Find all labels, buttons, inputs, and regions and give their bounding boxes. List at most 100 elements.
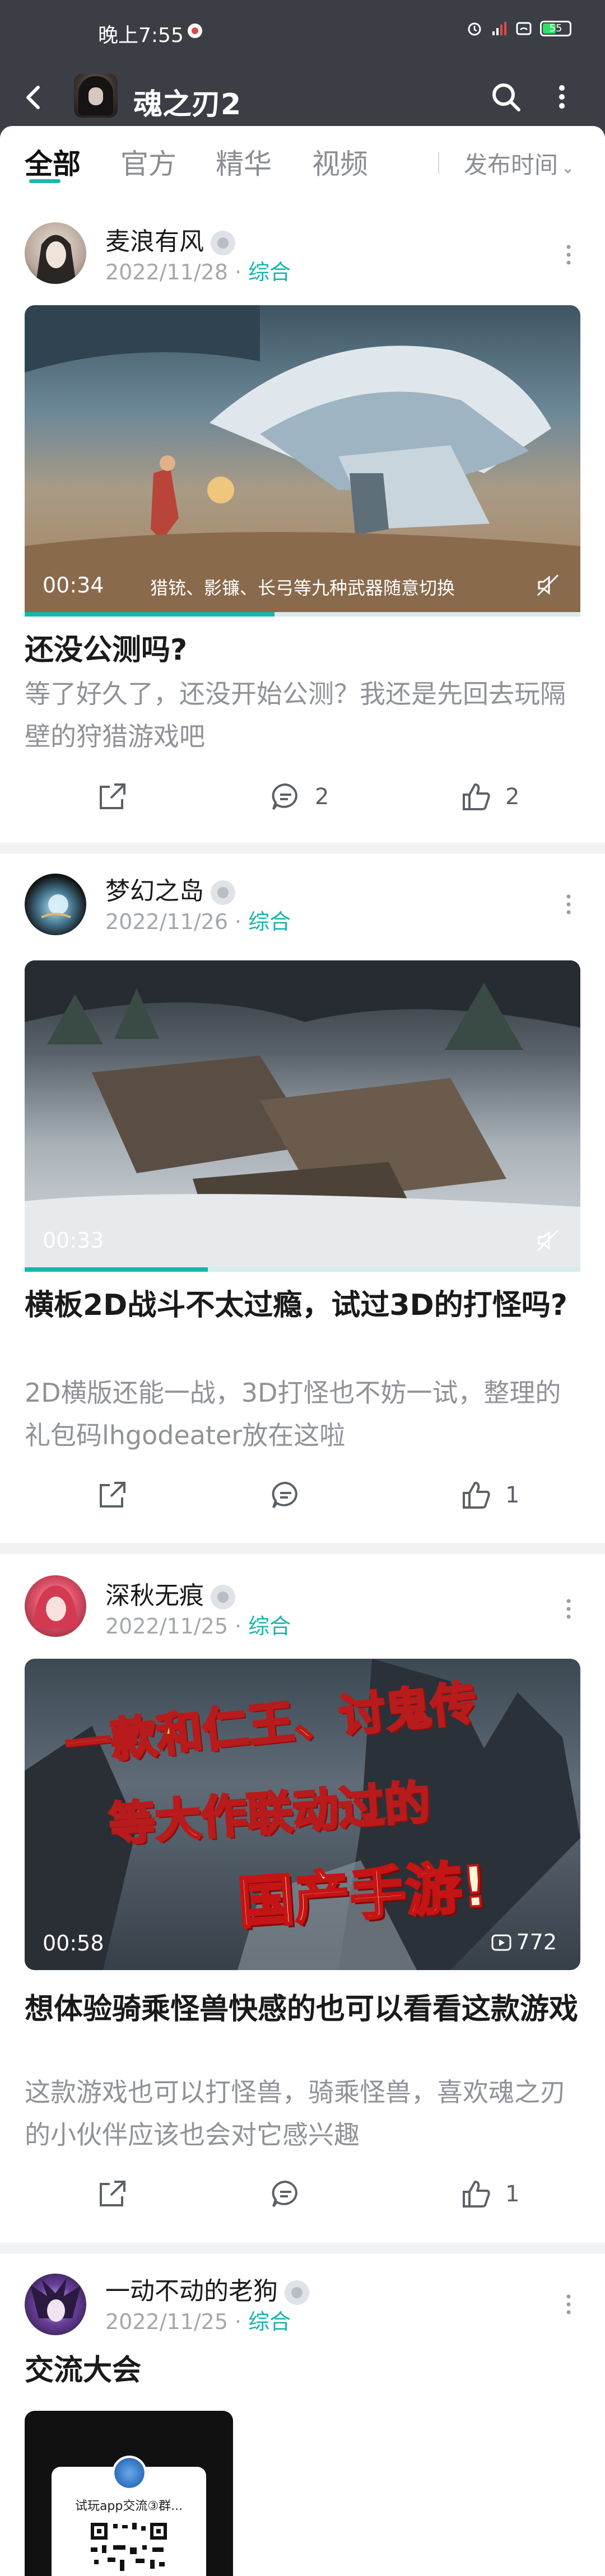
tab-featured[interactable]: 精华 — [216, 142, 272, 182]
post-title[interactable]: 横板2D战斗不太过瘾，试过3D的打怪吗? — [25, 1284, 579, 1327]
avatar[interactable] — [25, 874, 86, 935]
active-tab-indicator — [29, 179, 61, 183]
post-card[interactable]: 梦幻之岛 2022/11/26 · 综合 00:33 横板2D战斗不太过瘾，试过3D… — [0, 854, 605, 1537]
post-image[interactable]: 试玩app交流③群... — [25, 2411, 233, 2576]
post-title[interactable]: 交流大会 — [25, 2349, 579, 2392]
post-category[interactable]: 综合 — [248, 260, 291, 284]
post-more-icon[interactable] — [560, 238, 577, 272]
post-meta: 2022/11/25 · 综合 — [105, 2309, 291, 2334]
post-card[interactable]: 深秋无痕 2022/11/25 · 综合 一款和仁王、讨鬼传 等大作联动过的 国产手… — [0, 1554, 605, 2243]
play-count-icon — [491, 1934, 511, 1951]
mute-icon[interactable] — [536, 573, 560, 598]
video-progress[interactable] — [25, 612, 580, 617]
video-player[interactable]: 00:33 — [25, 960, 580, 1267]
post-title[interactable]: 还没公测吗? — [25, 629, 579, 671]
qr-card: 试玩app交流③群... — [52, 2456, 206, 2576]
level-badge-icon — [211, 1585, 235, 1609]
video-progress-fill — [25, 612, 275, 617]
comment-button[interactable] — [269, 2177, 315, 2211]
sort-label: 发布时间 — [464, 151, 559, 179]
post-meta: 2022/11/28 · 综合 — [105, 260, 291, 284]
mute-icon[interactable] — [536, 1228, 560, 1253]
post-more-icon[interactable] — [560, 1592, 577, 1626]
comment-icon — [272, 783, 297, 810]
post-summary[interactable]: 这款游戏也可以打怪兽，骑乘怪兽，喜欢魂之刃的小伙伴应该也会对它感兴趣 — [25, 2071, 579, 2156]
notification-icon — [188, 24, 202, 38]
author-name-text: 麦浪有风 — [105, 227, 204, 256]
avatar-illustration — [36, 235, 76, 284]
more-vertical-icon[interactable] — [549, 78, 575, 115]
status-icons: 55 — [466, 20, 571, 37]
level-badge-icon — [211, 880, 235, 905]
post-card[interactable]: 一动不动的老狗 2022/11/25 · 综合 交流大会 试玩app交流③群... — [0, 2254, 605, 2576]
comment-button[interactable] — [269, 1478, 315, 1512]
like-count: 1 — [505, 2181, 520, 2207]
group-avatar — [112, 2456, 147, 2490]
video-player[interactable]: 一款和仁王、讨鬼传 等大作联动过的 国产手游! 00:58 772 — [25, 1659, 580, 1970]
author-name[interactable]: 梦幻之岛 — [105, 871, 235, 907]
post-summary[interactable]: 2D横版还能一战，3D打怪也不妨一试，整理的礼包码lhgodeater放在这啦 — [25, 1371, 579, 1457]
app-header: 晚上7:55 55 魂之刃2 — [0, 0, 605, 137]
post-actions: 1 — [0, 2177, 605, 2222]
tab-video[interactable]: 视频 — [312, 142, 368, 182]
share-button[interactable] — [95, 1478, 141, 1512]
game-avatar[interactable] — [74, 74, 118, 118]
share-icon — [100, 783, 125, 809]
video-duration: 00:33 — [43, 1228, 104, 1253]
post-category[interactable]: 综合 — [248, 909, 291, 934]
video-progress[interactable] — [25, 1267, 580, 1272]
post-actions: 2 2 — [0, 780, 605, 825]
tab-divider — [438, 152, 439, 174]
post-more-icon[interactable] — [560, 2288, 577, 2321]
post-more-icon[interactable] — [560, 888, 577, 921]
post-separator — [0, 843, 605, 854]
author-name[interactable]: 一动不动的老狗 — [105, 2271, 309, 2307]
post-separator — [0, 1543, 605, 1554]
post-category[interactable]: 综合 — [248, 1614, 291, 1639]
back-arrow-icon[interactable] — [17, 80, 53, 115]
post-card[interactable]: 麦浪有风 2022/11/28 · 综合 00:34 猎铳、影镰、长弓等九种武器随意… — [0, 210, 605, 848]
comment-button[interactable]: 2 — [269, 780, 329, 814]
sort-dropdown[interactable]: 发布时间 ⌄ — [464, 146, 574, 180]
like-button[interactable]: 1 — [459, 1478, 519, 1512]
share-button[interactable] — [95, 2177, 141, 2211]
post-title[interactable]: 想体验骑乘怪兽快感的也可以看看这款游戏 — [25, 1988, 579, 2031]
post-summary[interactable]: 等了好久了，还没开始公测？我还是先回去玩隔壁的狩猎游戏吧 — [25, 673, 579, 758]
post-date: 2022/11/25 — [105, 2309, 229, 2334]
alarm-icon — [468, 22, 481, 36]
thumbs-up-icon — [463, 2181, 490, 2208]
qr-group-name: 试玩app交流③群... — [75, 2499, 183, 2513]
qr-code-icon — [91, 2523, 167, 2571]
tab-official[interactable]: 官方 — [120, 142, 176, 182]
tab-bar: 全部 官方 精华 视频 发布时间 ⌄ — [0, 126, 605, 199]
post-separator — [0, 2243, 605, 2254]
video-progress-fill — [25, 1267, 208, 1272]
avatar-illustration — [33, 1585, 78, 1628]
post-category[interactable]: 综合 — [248, 2309, 291, 2334]
view-count-text: 772 — [516, 1930, 557, 1954]
share-button[interactable] — [95, 780, 141, 814]
view-count: 772 — [491, 1930, 557, 1954]
search-icon[interactable] — [487, 78, 524, 115]
avatar[interactable] — [25, 1575, 86, 1637]
thumbs-up-icon — [463, 1482, 490, 1509]
share-icon — [100, 2181, 125, 2206]
post-date: 2022/11/26 — [105, 909, 229, 934]
like-button[interactable]: 1 — [459, 2177, 519, 2211]
author-name[interactable]: 麦浪有风 — [105, 221, 235, 257]
like-button[interactable]: 2 — [459, 780, 519, 814]
author-name[interactable]: 深秋无痕 — [105, 1575, 235, 1611]
video-thumbnail — [25, 960, 580, 1267]
avatar-illustration — [30, 2278, 81, 2322]
avatar[interactable] — [25, 2274, 86, 2335]
post-meta: 2022/11/25 · 综合 — [105, 1614, 291, 1639]
post-date: 2022/11/28 — [105, 260, 229, 284]
avatar-illustration — [41, 894, 71, 918]
author-name-text: 梦幻之岛 — [105, 877, 204, 906]
video-player[interactable]: 00:34 猎铳、影镰、长弓等九种武器随意切换 — [25, 305, 580, 612]
wifi-icon — [516, 22, 532, 35]
chevron-down-icon: ⌄ — [561, 158, 575, 177]
tab-all[interactable]: 全部 — [25, 142, 81, 182]
avatar[interactable] — [25, 222, 86, 284]
video-caption: 猎铳、影镰、长弓等九种武器随意切换 — [150, 577, 455, 599]
